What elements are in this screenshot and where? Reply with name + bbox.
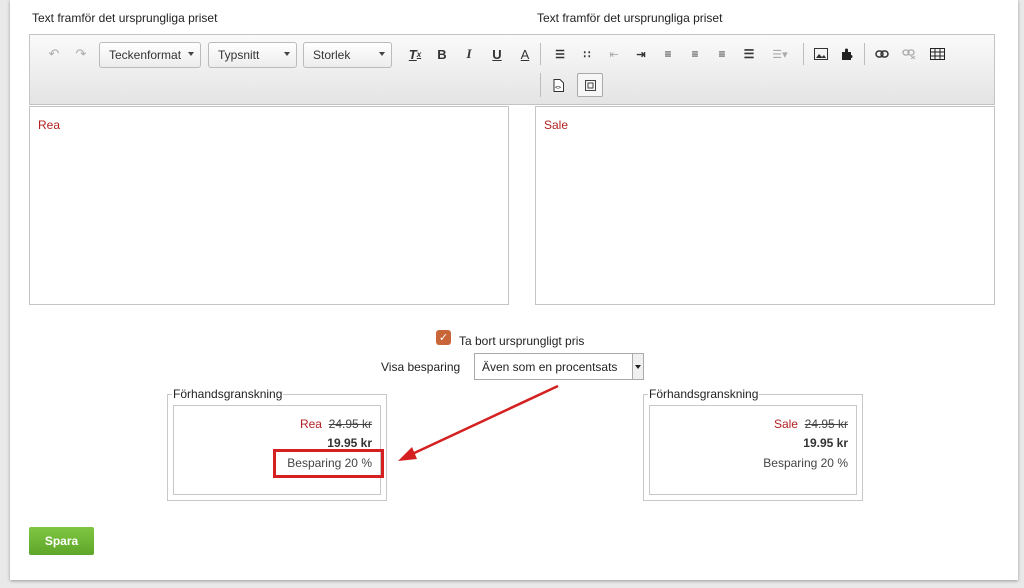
save-button[interactable]: Spara <box>29 527 94 555</box>
annotation-arrow-icon <box>398 384 559 461</box>
